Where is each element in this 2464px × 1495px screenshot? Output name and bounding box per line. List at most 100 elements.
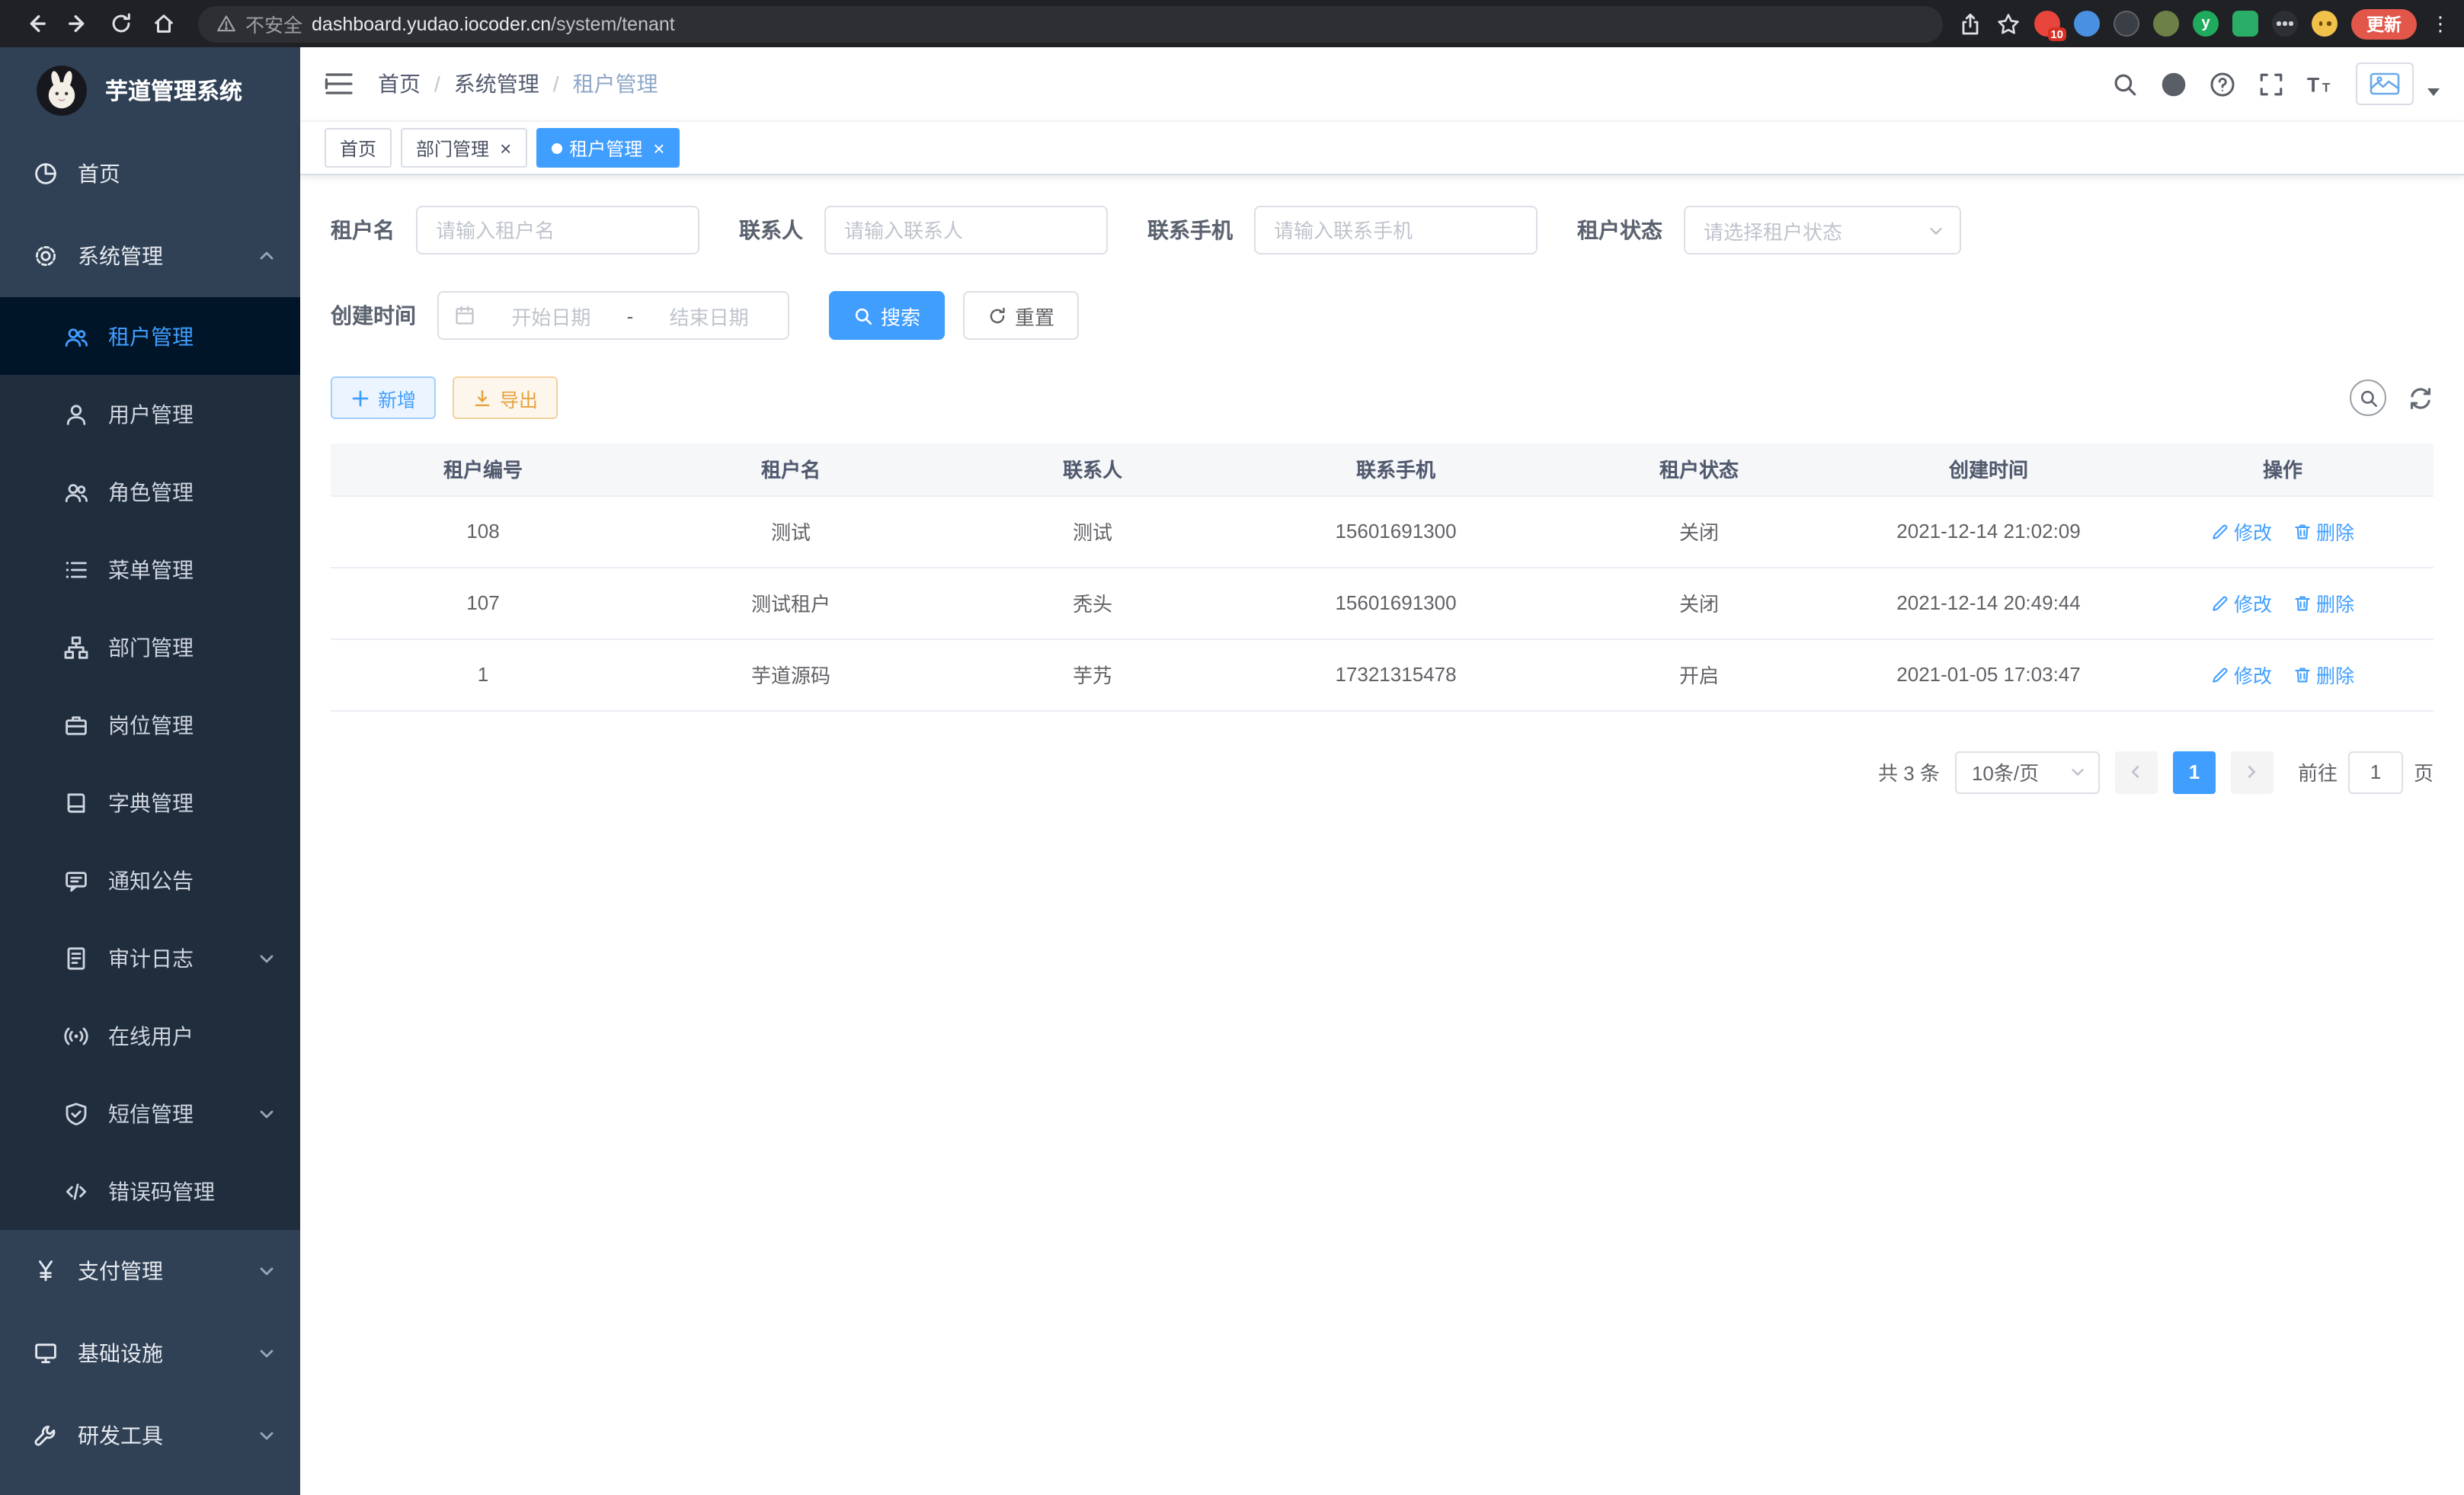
- extension-icon[interactable]: 10: [2034, 11, 2060, 37]
- reset-button[interactable]: 重置: [963, 291, 1079, 340]
- table-tools: [2350, 379, 2434, 416]
- tab-home[interactable]: 首页: [325, 128, 392, 168]
- fullscreen-icon[interactable]: [2258, 71, 2284, 97]
- extension-icon[interactable]: [2232, 11, 2258, 37]
- date-end[interactable]: 结束日期: [645, 301, 773, 330]
- browser-home-button[interactable]: [143, 5, 183, 42]
- security-warning-icon[interactable]: [216, 14, 236, 34]
- close-icon[interactable]: ×: [500, 138, 511, 158]
- tags-view: 首页部门管理×租户管理×: [300, 120, 2464, 175]
- delete-link[interactable]: 删除: [2293, 517, 2354, 546]
- help-icon[interactable]: [2210, 71, 2235, 97]
- browser-back-button[interactable]: [15, 5, 55, 42]
- sidebar-item-dict[interactable]: 字典管理: [0, 764, 300, 841]
- chrome-update-button[interactable]: 更新: [2351, 8, 2417, 39]
- breadcrumb-separator: /: [434, 72, 440, 96]
- edit-link[interactable]: 修改: [2211, 660, 2272, 689]
- toggle-search-button[interactable]: [2350, 379, 2386, 416]
- sidebar-item-role[interactable]: 角色管理: [0, 453, 300, 530]
- tab-tenant[interactable]: 租户管理×: [536, 128, 680, 168]
- goto-page-input[interactable]: [2348, 751, 2403, 793]
- breadcrumb-item[interactable]: 首页: [378, 69, 421, 99]
- export-button[interactable]: 导出: [453, 376, 558, 419]
- address-bar[interactable]: 不安全 dashboard.yudao.iocoder.cn/system/te…: [198, 5, 1943, 42]
- extension-icon[interactable]: [2272, 11, 2298, 37]
- extension-icon[interactable]: [2074, 11, 2100, 37]
- edit-link[interactable]: 修改: [2211, 588, 2272, 617]
- sidebar-item-label: 用户管理: [108, 399, 194, 429]
- sidebar-item-dept[interactable]: 部门管理: [0, 608, 300, 686]
- breadcrumb-item[interactable]: 系统管理: [454, 69, 539, 99]
- svg-text:T: T: [2307, 72, 2319, 95]
- sidebar-item-system[interactable]: 系统管理: [0, 215, 300, 297]
- page-size-value: 10条/页: [1972, 757, 2039, 786]
- user-avatar[interactable]: [2356, 62, 2414, 105]
- filter-row-1: 租户名 联系人 联系手机 租户状态 请选择租户状态: [331, 206, 2434, 255]
- next-page-button[interactable]: [2231, 751, 2274, 793]
- column-header: 联系手机: [1239, 443, 1553, 495]
- delete-link[interactable]: 删除: [2293, 660, 2354, 689]
- tenant-name-input[interactable]: [416, 206, 699, 255]
- contact-label: 联系人: [739, 215, 803, 245]
- extension-icon[interactable]: [2114, 11, 2139, 37]
- font-size-icon[interactable]: TT: [2307, 71, 2333, 97]
- tab-dept[interactable]: 部门管理×: [401, 128, 526, 168]
- chevron-right-icon: [2244, 764, 2261, 780]
- sidebar-logo[interactable]: 芋道管理系统: [0, 47, 300, 133]
- calendar-icon: [454, 305, 475, 326]
- sidebar-item-online-user[interactable]: 在线用户: [0, 997, 300, 1074]
- yen-icon: [34, 1259, 58, 1283]
- phone-input[interactable]: [1254, 206, 1538, 255]
- sidebar-item-menu[interactable]: 菜单管理: [0, 530, 300, 608]
- sidebar-item-label: 短信管理: [108, 1098, 194, 1128]
- browser-reload-button[interactable]: [101, 5, 140, 42]
- sidebar-item-dev-tool[interactable]: 研发工具: [0, 1394, 300, 1477]
- sidebar-item-tenant[interactable]: 租户管理: [0, 297, 300, 375]
- sidebar-collapse-icon[interactable]: [325, 72, 354, 96]
- bookmark-star-icon[interactable]: [1996, 11, 2021, 36]
- page-content: 租户名 联系人 联系手机 租户状态 请选择租户状态: [300, 175, 2464, 1495]
- edit-link[interactable]: 修改: [2211, 517, 2272, 546]
- browser-forward-button[interactable]: [58, 5, 98, 42]
- cell-name: 芋道源码: [635, 639, 946, 710]
- browser-menu-icon[interactable]: ⋮: [2430, 14, 2446, 34]
- contact-input[interactable]: [824, 206, 1108, 255]
- github-icon[interactable]: [2161, 71, 2187, 97]
- page-size-select[interactable]: 10条/页: [1955, 751, 2100, 793]
- avatar-dropdown-icon[interactable]: [2427, 88, 2440, 95]
- refresh-table-icon[interactable]: [2408, 385, 2434, 411]
- cell-phone: 15601691300: [1239, 495, 1553, 567]
- current-page[interactable]: 1: [2173, 751, 2216, 793]
- sidebar-item-sms[interactable]: 短信管理: [0, 1074, 300, 1152]
- extension-icon[interactable]: [2153, 11, 2179, 37]
- search-button[interactable]: 搜索: [829, 291, 945, 340]
- sidebar-item-infra[interactable]: 基础设施: [0, 1312, 300, 1394]
- extension-icon[interactable]: y: [2193, 11, 2219, 37]
- tool-icon: [34, 1423, 58, 1448]
- main-area: 首页/系统管理/租户管理 TT 首页部门管理×租户管理×: [300, 47, 2464, 1495]
- sidebar-item-user[interactable]: 用户管理: [0, 375, 300, 453]
- sidebar-item-audit-log[interactable]: 审计日志: [0, 919, 300, 997]
- search-icon[interactable]: [2112, 71, 2138, 97]
- table-toolbar: 新增 导出: [331, 376, 2434, 419]
- table-row: 1芋道源码芋艿17321315478开启2021-01-05 17:03:47修…: [331, 639, 2434, 710]
- prev-page-button[interactable]: [2115, 751, 2158, 793]
- sidebar-item-notice[interactable]: 通知公告: [0, 841, 300, 919]
- column-header: 操作: [2132, 443, 2434, 495]
- share-icon[interactable]: [1958, 11, 1982, 36]
- sidebar-item-pay[interactable]: 支付管理: [0, 1230, 300, 1312]
- add-button[interactable]: 新增: [331, 376, 436, 419]
- delete-link[interactable]: 删除: [2293, 588, 2354, 617]
- sidebar-item-home[interactable]: 首页: [0, 133, 300, 215]
- status-select[interactable]: 请选择租户状态: [1684, 206, 1961, 255]
- date-range-picker[interactable]: 开始日期 - 结束日期: [437, 291, 789, 340]
- close-icon[interactable]: ×: [653, 138, 664, 158]
- cell-id: 108: [331, 495, 635, 567]
- extension-icon[interactable]: [2312, 11, 2338, 37]
- sidebar-item-post[interactable]: 岗位管理: [0, 686, 300, 764]
- security-label[interactable]: 不安全: [245, 9, 302, 38]
- filter-row-2: 创建时间 开始日期 - 结束日期 搜索 重置: [331, 291, 2434, 340]
- tenant-table: 租户编号租户名联系人联系手机租户状态创建时间操作 108测试测试15601691…: [331, 443, 2434, 711]
- date-start[interactable]: 开始日期: [488, 301, 615, 330]
- sidebar-item-error-code[interactable]: 错误码管理: [0, 1152, 300, 1230]
